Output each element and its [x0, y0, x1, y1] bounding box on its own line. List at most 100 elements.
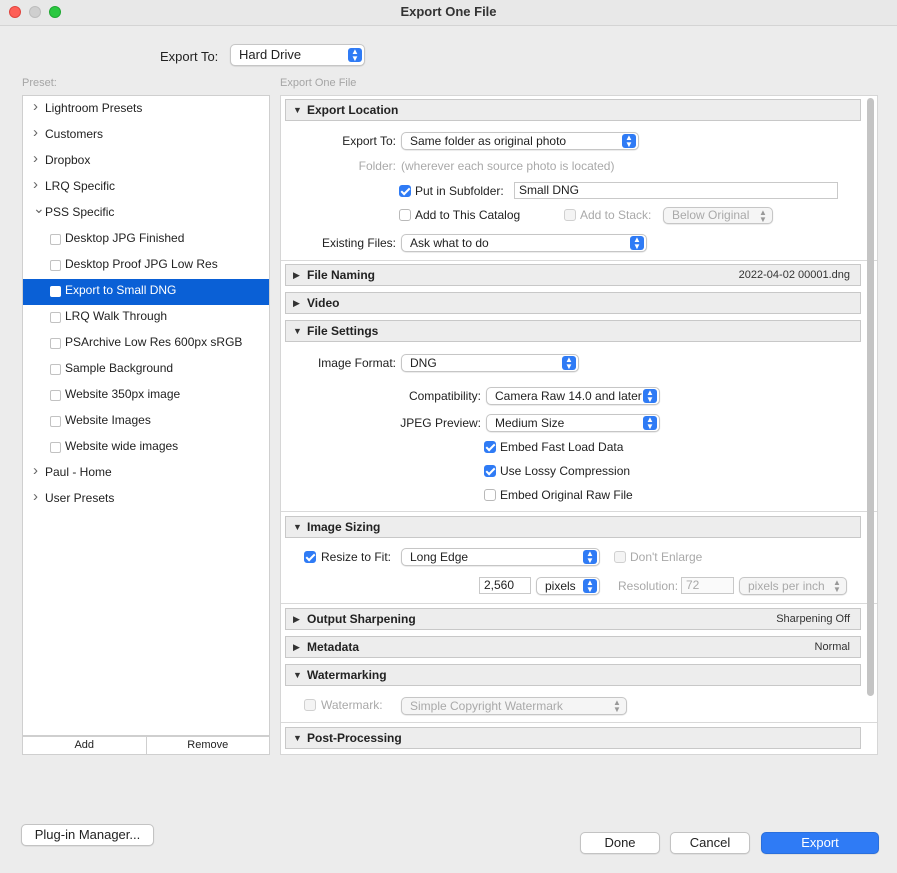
preset-checkbox[interactable] [50, 312, 61, 323]
compatibility-value: Camera Raw 14.0 and later [495, 389, 642, 403]
image-format-select[interactable]: DNG ▲ ▼ [401, 354, 579, 372]
preset-folder[interactable]: › Paul - Home [23, 461, 269, 487]
remove-preset-button[interactable]: Remove [145, 737, 270, 754]
preset-checkbox[interactable] [50, 338, 61, 349]
done-button[interactable]: Done [580, 832, 660, 854]
chevron-updown-icon: ▲ ▼ [643, 389, 657, 404]
subfolder-label: Put in Subfolder: [415, 184, 504, 198]
preset-checkbox[interactable] [50, 364, 61, 375]
plugin-manager-button[interactable]: Plug-in Manager... [21, 824, 154, 846]
preset-item[interactable]: Desktop JPG Finished [23, 227, 269, 253]
existing-files-select[interactable]: Ask what to do ▲ ▼ [401, 234, 647, 252]
compatibility-select[interactable]: Camera Raw 14.0 and later ▲ ▼ [486, 387, 660, 405]
fast-load-checkbox[interactable] [484, 441, 496, 453]
section-image-sizing[interactable]: ▼ Image Sizing [285, 516, 861, 538]
preset-folder[interactable]: › User Presets [23, 487, 269, 513]
section-file-naming[interactable]: ▶ File Naming 2022-04-02 00001.dng [285, 264, 861, 286]
preset-folder[interactable]: › Dropbox [23, 149, 269, 175]
preset-folder[interactable]: ⌄ PSS Specific [23, 200, 269, 227]
section-output-sharpening[interactable]: ▶ Output Sharpening Sharpening Off [285, 608, 861, 630]
preset-label-text: Paul - Home [45, 465, 112, 479]
section-post-processing[interactable]: ▼ Post-Processing [285, 727, 861, 749]
section-title: Post-Processing [307, 731, 402, 745]
preset-label-text: Dropbox [45, 153, 91, 167]
preset-folder[interactable]: › Customers [23, 123, 269, 149]
resize-mode-select[interactable]: Long Edge ▲ ▼ [401, 548, 600, 566]
section-title: File Naming [307, 268, 376, 282]
section-summary: Sharpening Off [776, 613, 850, 625]
watermark-select[interactable]: Simple Copyright Watermark ▲ ▼ [401, 697, 627, 715]
triangle-right-icon: ▶ [293, 642, 300, 652]
subfolder-checkbox[interactable] [399, 185, 411, 197]
section-title: Metadata [307, 640, 360, 654]
chevron-updown-icon: ▲ ▼ [833, 578, 841, 594]
preset-item[interactable]: Website Images [23, 409, 269, 435]
triangle-right-icon: ▶ [293, 270, 300, 280]
preset-item[interactable]: PSArchive Low Res 600px sRGB [23, 331, 269, 357]
preset-item[interactable]: Website 350px image [23, 383, 269, 409]
jpeg-preview-select[interactable]: Medium Size ▲ ▼ [486, 414, 660, 432]
section-video[interactable]: ▶ Video [285, 292, 861, 314]
panel-label: Export One File [280, 77, 357, 89]
size-input[interactable]: 2,560 [479, 577, 531, 594]
preset-checkbox[interactable] [50, 234, 61, 245]
section-export-location[interactable]: ▼ Export Location [285, 99, 861, 121]
chevron-right-icon[interactable]: › [33, 148, 38, 170]
export-to-location-label: Export To: [342, 134, 396, 148]
preset-item[interactable]: Desktop Proof JPG Low Res [23, 253, 269, 279]
size-units-value: pixels [545, 579, 576, 593]
preset-item[interactable]: Website wide images [23, 435, 269, 461]
watermark-checkbox[interactable] [304, 699, 316, 711]
resolution-input[interactable]: 72 [681, 577, 734, 594]
preset-folder[interactable]: › LRQ Specific [23, 175, 269, 201]
preset-checkbox[interactable] [50, 390, 61, 401]
preset-label-text: Website Images [65, 413, 151, 427]
preset-folder[interactable]: › Lightroom Presets [23, 97, 269, 123]
dont-enlarge-checkbox[interactable] [614, 551, 626, 563]
chevron-right-icon[interactable]: › [33, 460, 38, 482]
preset-checkbox[interactable] [50, 260, 61, 271]
section-title: Image Sizing [307, 520, 381, 534]
cancel-button[interactable]: Cancel [670, 832, 750, 854]
section-title: Video [307, 296, 340, 310]
preset-label-text: Desktop JPG Finished [65, 231, 185, 245]
lossy-compression-label: Use Lossy Compression [500, 464, 631, 478]
section-file-settings[interactable]: ▼ File Settings [285, 320, 861, 342]
chevron-down-icon[interactable]: ⌄ [33, 197, 45, 219]
export-location-select[interactable]: Same folder as original photo ▲ ▼ [401, 132, 639, 150]
chevron-right-icon[interactable]: › [33, 174, 38, 196]
export-to-select[interactable]: Hard Drive ▲ ▼ [230, 44, 365, 66]
add-preset-button[interactable]: Add [23, 737, 146, 754]
export-button[interactable]: Export [761, 832, 879, 854]
section-watermarking[interactable]: ▼ Watermarking [285, 664, 861, 686]
chevron-updown-icon: ▲ ▼ [622, 134, 636, 149]
existing-files-label: Existing Files: [321, 236, 396, 250]
settings-scrollbar[interactable] [867, 98, 874, 696]
preset-item[interactable]: Export to Small DNG [23, 279, 269, 305]
chevron-right-icon[interactable]: › [33, 486, 38, 508]
resize-to-fit-checkbox[interactable] [304, 551, 316, 563]
preset-item[interactable]: LRQ Walk Through [23, 305, 269, 331]
add-to-catalog-checkbox[interactable] [399, 209, 411, 221]
chevron-right-icon[interactable]: › [33, 122, 38, 144]
preset-label-text: Sample Background [65, 361, 174, 375]
chevron-right-icon[interactable]: › [33, 96, 38, 118]
preset-checkbox[interactable] [50, 416, 61, 427]
subfolder-input[interactable]: Small DNG [514, 182, 838, 199]
lossy-compression-checkbox[interactable] [484, 465, 496, 477]
preset-label-text: Website wide images [65, 439, 179, 453]
embed-raw-checkbox[interactable] [484, 489, 496, 501]
section-title: File Settings [307, 324, 379, 338]
preset-checkbox[interactable] [50, 286, 61, 297]
section-metadata[interactable]: ▶ Metadata Normal [285, 636, 861, 658]
add-to-stack-checkbox[interactable] [564, 209, 576, 221]
section-summary: 2022-04-02 00001.dng [738, 269, 850, 281]
stack-position-select[interactable]: Below Original ▲ ▼ [663, 207, 773, 224]
preset-checkbox[interactable] [50, 442, 61, 453]
resolution-units-select[interactable]: pixels per inch ▲ ▼ [739, 577, 847, 595]
preset-label-text: Desktop Proof JPG Low Res [65, 257, 218, 271]
size-units-select[interactable]: pixels ▲ ▼ [536, 577, 600, 595]
preset-label-text: Lightroom Presets [45, 101, 143, 115]
preset-label-text: Customers [45, 127, 104, 141]
preset-item[interactable]: Sample Background [23, 357, 269, 383]
